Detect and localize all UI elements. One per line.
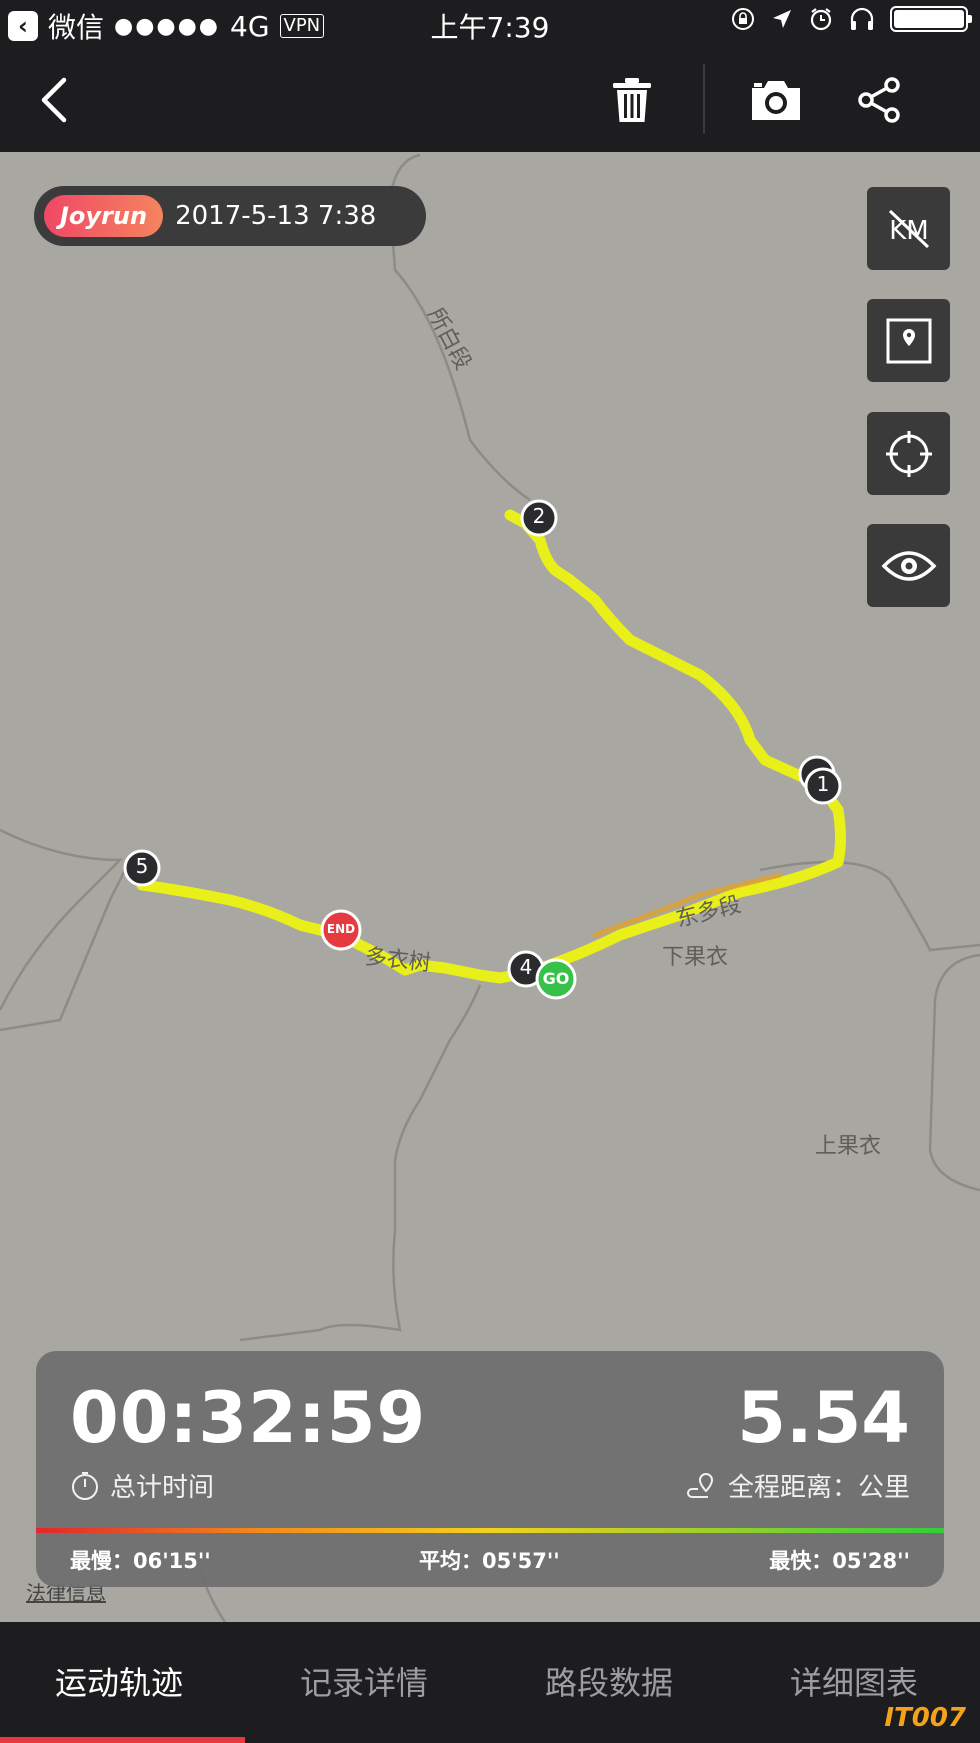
run-datetime: 2017-5-13 7:38: [175, 201, 377, 231]
total-duration: 00:32:59: [70, 1377, 427, 1459]
share-button[interactable]: [848, 68, 912, 132]
km-marker-1-label: 1: [816, 772, 830, 796]
tab-detailed-charts[interactable]: 详细图表: [790, 1658, 918, 1704]
joyrun-logo: Joyrun: [44, 195, 164, 237]
share-icon: [858, 77, 900, 123]
battery-icon: [890, 6, 972, 32]
km-marker-2-label: 2: [532, 504, 546, 528]
toolbar-divider: [703, 64, 705, 134]
top-toolbar: [0, 48, 980, 152]
km-marker-4-label: 4: [519, 955, 533, 979]
camera-icon: [752, 81, 800, 120]
total-distance: 5.54: [737, 1377, 910, 1459]
tab-route[interactable]: 运动轨迹: [55, 1658, 183, 1704]
km-toggle-button[interactable]: KM: [867, 187, 950, 270]
back-button[interactable]: [22, 68, 86, 132]
location-arrow-icon: [773, 10, 791, 28]
visibility-button[interactable]: [867, 524, 950, 607]
duration-label-group: 总计时间: [70, 1467, 214, 1504]
start-marker-label: GO: [542, 969, 570, 988]
headphones-icon: [850, 7, 874, 30]
route-pin-icon: [687, 1472, 713, 1498]
run-date-pill: Joyrun 2017-5-13 7:38: [34, 186, 426, 246]
km-toggle-icon: KM: [888, 209, 929, 248]
active-tab-indicator: [0, 1737, 245, 1743]
trash-icon: [613, 78, 651, 122]
stopwatch-icon: [72, 1471, 98, 1500]
watermark-logo: IT007: [884, 1703, 966, 1733]
chevron-left-icon: [41, 77, 67, 123]
locate-icon: [885, 430, 932, 477]
alarm-icon: [810, 8, 832, 31]
distance-label-group: 全程距离：公里: [684, 1467, 910, 1504]
duration-label: 总计时间: [110, 1473, 215, 1503]
run-summary-panel: 00:32:59 5.54 总计时间 全程距离：公里 最慢：06'15'' 平均…: [36, 1351, 944, 1587]
km-marker-5-label: 5: [135, 854, 149, 878]
delete-button[interactable]: [600, 68, 664, 132]
slowest-pace: 最慢：06'15'': [70, 1549, 211, 1573]
fastest-pace: 最快：05'28'': [769, 1549, 910, 1573]
tab-record-details[interactable]: 记录详情: [300, 1658, 428, 1704]
status-bar: ‹ 微信 ●●●●● 4G VPN 上午7:39: [0, 0, 980, 48]
rotation-lock-icon: [732, 8, 754, 30]
end-marker-label: END: [326, 922, 356, 936]
bottom-tab-bar: 运动轨迹 记录详情 路段数据 详细图表 IT007: [0, 1622, 980, 1743]
distance-label: 全程距离：公里: [727, 1473, 910, 1503]
average-pace: 平均：05'57'': [419, 1549, 560, 1573]
camera-button[interactable]: [744, 68, 808, 132]
map-style-icon: [886, 318, 931, 363]
map-style-button[interactable]: [867, 299, 950, 382]
pace-gradient-bar: [36, 1528, 944, 1533]
eye-icon: [881, 550, 936, 581]
locate-button[interactable]: [867, 412, 950, 495]
tab-segment-data[interactable]: 路段数据: [545, 1658, 673, 1704]
